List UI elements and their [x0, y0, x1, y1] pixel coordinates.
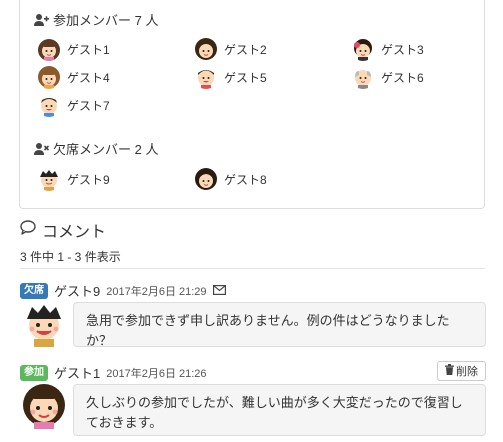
status-badge: 欠席	[20, 282, 48, 299]
absent-title-text: 欠席メンバー 2 人	[53, 142, 159, 157]
comment-text: 久しぶりの参加でしたが、難しい曲が多く大変だったので復習しておきます。	[73, 384, 486, 436]
comment-text: 急用で参加できず申し訳ありません。例の件はどうなりましたか？	[73, 302, 486, 348]
comment-meta: 参加 ゲスト1 2017年2月6日 21:26	[20, 363, 207, 382]
member-name: ゲスト5	[224, 70, 267, 85]
delete-label: 削除	[456, 366, 478, 378]
comment-timestamp: 2017年2月6日 21:26	[106, 367, 207, 380]
comment-count: 3 件中 1 - 3 件表示	[20, 250, 121, 264]
delete-button[interactable]: 削除	[437, 361, 486, 381]
member-name: ゲスト8	[224, 172, 267, 187]
trash-icon	[445, 364, 454, 378]
member-item[interactable]: ゲスト3	[351, 37, 424, 61]
member-item[interactable]: ゲスト1	[37, 37, 110, 61]
boy-avatar-icon	[194, 65, 218, 89]
boy-avatar-icon	[20, 299, 68, 347]
comment-author[interactable]: ゲスト9	[54, 281, 100, 300]
absent-title: 欠席メンバー 2 人	[33, 139, 158, 158]
member-name: ゲスト6	[381, 70, 424, 85]
envelope-icon[interactable]	[212, 284, 226, 298]
girl-avatar-icon	[37, 37, 61, 61]
boy-avatar-icon	[37, 167, 61, 191]
member-name: ゲスト9	[67, 172, 110, 187]
member-item[interactable]: ゲスト7	[37, 93, 110, 117]
member-name: ゲスト1	[67, 42, 110, 57]
member-item[interactable]: ゲスト9	[37, 167, 110, 191]
old-man-avatar-icon	[351, 65, 375, 89]
member-item[interactable]: ゲスト5	[194, 65, 267, 89]
comments-header: コメント	[20, 218, 106, 242]
member-item[interactable]: ゲスト8	[194, 167, 267, 191]
comment-author[interactable]: ゲスト1	[54, 363, 100, 382]
comment-meta: 欠席 ゲスト9 2017年2月6日 21:29	[20, 281, 226, 300]
girl-avatar-icon	[194, 37, 218, 61]
comment-timestamp: 2017年2月6日 21:29	[106, 285, 207, 298]
comments-header-text: コメント	[42, 224, 107, 241]
attending-title-text: 参加メンバー 7 人	[53, 13, 159, 28]
member-name: ゲスト4	[67, 70, 110, 85]
woman-avatar-icon	[351, 37, 375, 61]
member-item[interactable]: ゲスト6	[351, 65, 424, 89]
member-item[interactable]: ゲスト4	[37, 65, 110, 89]
member-item[interactable]: ゲスト2	[194, 37, 267, 61]
attending-title: 参加メンバー 7 人	[33, 10, 158, 29]
member-name: ゲスト7	[67, 98, 110, 113]
woman-avatar-icon	[194, 167, 218, 191]
girl-avatar-icon	[20, 381, 68, 429]
divider	[20, 268, 485, 269]
member-name: ゲスト2	[224, 42, 267, 57]
user-plus-icon	[33, 13, 49, 27]
comment-bubble-icon	[20, 220, 36, 240]
user-times-icon	[33, 142, 49, 156]
status-badge: 参加	[20, 364, 48, 381]
girl-avatar-icon	[37, 65, 61, 89]
man-avatar-icon	[37, 93, 61, 117]
member-name: ゲスト3	[381, 42, 424, 57]
